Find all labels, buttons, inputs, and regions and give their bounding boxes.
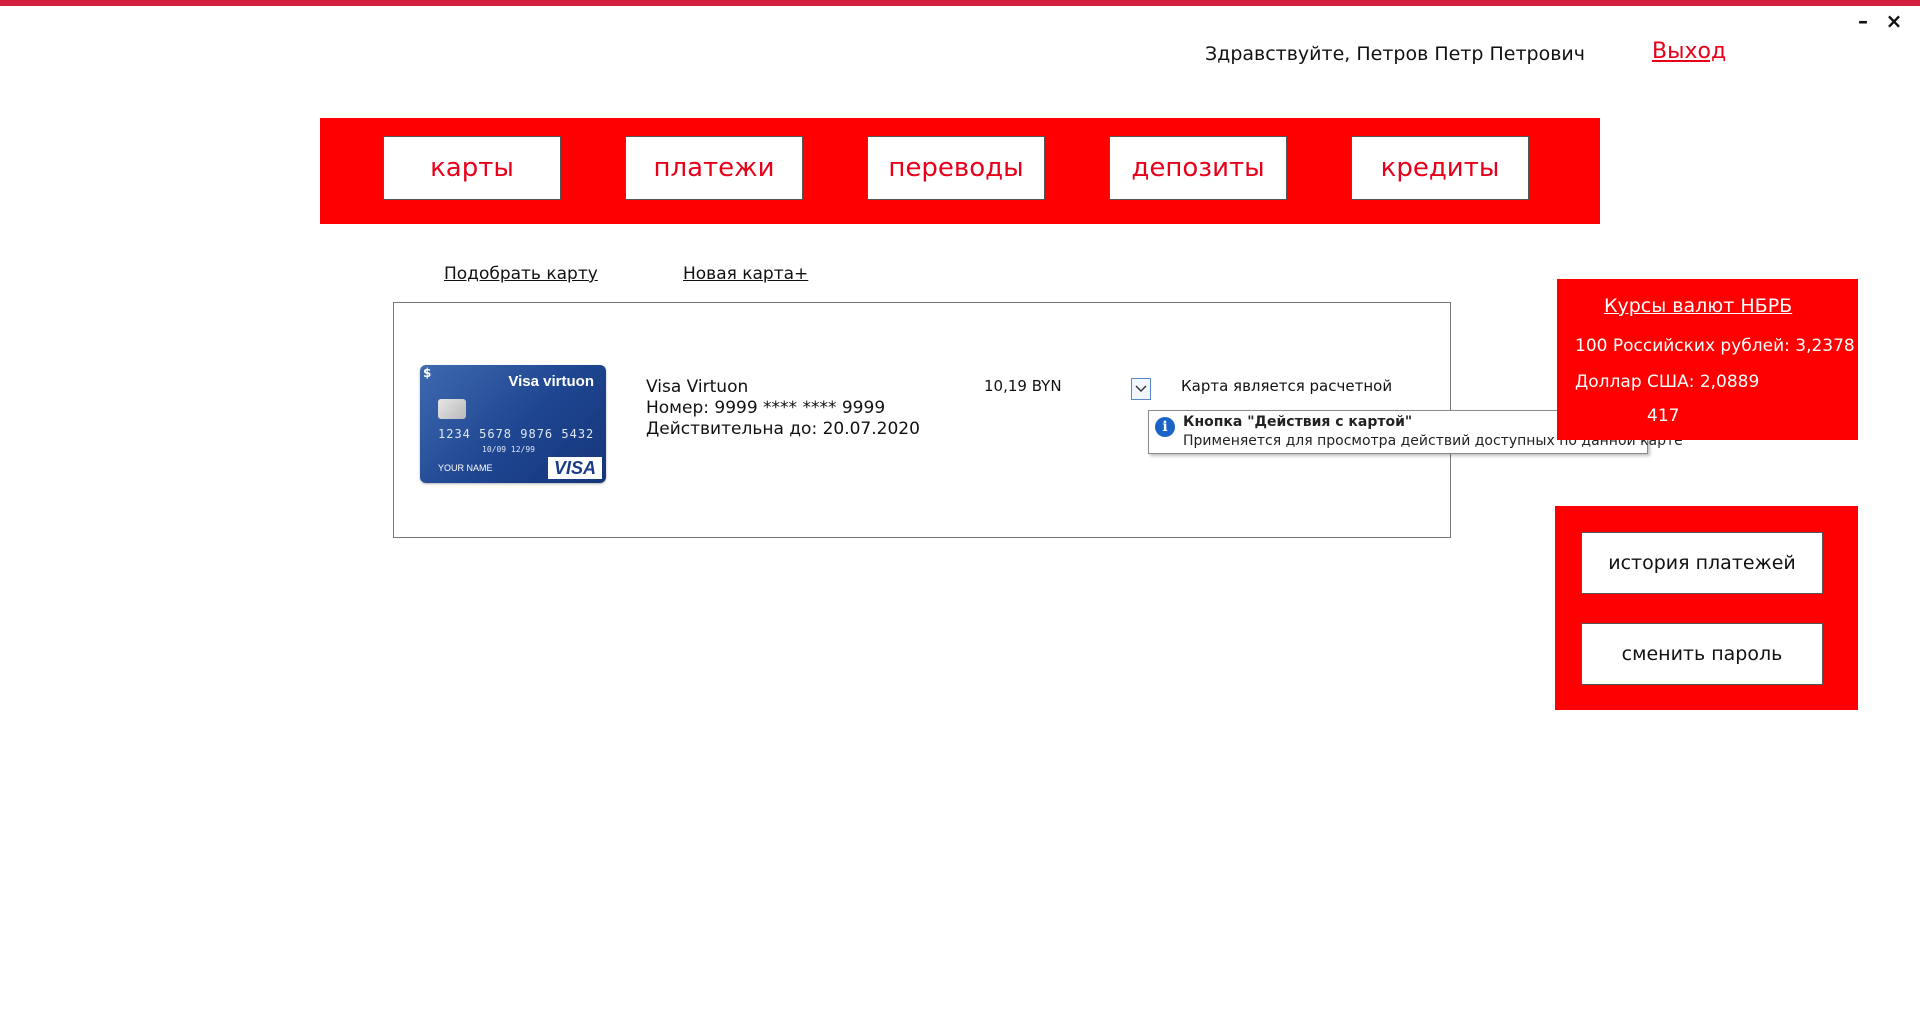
card-name: Visa Virtuon <box>646 377 749 397</box>
card-status: Карта является расчетной <box>1181 377 1393 395</box>
card-actions-button[interactable] <box>1131 378 1151 400</box>
nav-deposits-button[interactable]: депозиты <box>1109 136 1287 200</box>
card-dollar-icon: $ <box>423 366 432 380</box>
currency-rates-panel: Курсы валют НБРБ 100 Российских рублей: … <box>1557 279 1858 440</box>
nav-payments-button[interactable]: платежи <box>625 136 803 200</box>
card-image-valid: 10/09 12/99 <box>482 445 535 454</box>
card-image-number: 1234 5678 9876 5432 <box>438 427 595 441</box>
logout-link[interactable]: Выход <box>1652 39 1726 64</box>
card-image-holder: YOUR NAME <box>438 463 493 473</box>
nav-cards-button[interactable]: карты <box>383 136 561 200</box>
greeting-text: Здравствуйте, Петров Петр Петрович <box>1205 43 1585 65</box>
app-window: – × Здравствуйте, Петров Петр Петрович В… <box>0 0 1920 1030</box>
card-info: Visa Virtuon Номер: 9999 **** **** 9999 … <box>646 377 920 440</box>
card-balance: 10,19 BYN <box>984 377 1062 395</box>
side-actions-panel: история платежей сменить пароль <box>1555 506 1858 710</box>
close-button[interactable]: × <box>1880 10 1908 32</box>
payment-history-button[interactable]: история платежей <box>1581 532 1823 594</box>
card-chip-icon <box>438 399 466 419</box>
tooltip-title: Кнопка "Действия с картой" <box>1183 414 1413 430</box>
rates-title-link[interactable]: Курсы валют НБРБ <box>1604 295 1792 317</box>
pick-card-link[interactable]: Подобрать карту <box>444 264 598 284</box>
change-password-button[interactable]: сменить пароль <box>1581 623 1823 685</box>
info-icon: i <box>1155 417 1175 437</box>
rate-usd: Доллар США: 2,0889 <box>1575 372 1760 392</box>
card-image: $ Visa virtuon 1234 5678 9876 5432 10/09… <box>420 365 606 483</box>
card-number: Номер: 9999 **** **** 9999 <box>646 398 886 418</box>
visa-logo: VISA <box>548 457 602 479</box>
main-nav: карты платежи переводы депозиты кредиты <box>320 118 1600 224</box>
nav-credits-button[interactable]: кредиты <box>1351 136 1529 200</box>
new-card-link[interactable]: Новая карта+ <box>683 264 808 284</box>
top-stripe <box>0 0 1920 6</box>
card-brand-title: Visa virtuon <box>508 373 594 390</box>
minimize-button[interactable]: – <box>1849 10 1877 32</box>
card-valid-until: Действительна до: 20.07.2020 <box>646 419 920 439</box>
rate-eur-partial: 417 <box>1647 406 1680 426</box>
rate-rub: 100 Российских рублей: 3,2378 <box>1575 336 1855 356</box>
chevron-down-icon <box>1135 385 1147 392</box>
nav-transfers-button[interactable]: переводы <box>867 136 1045 200</box>
